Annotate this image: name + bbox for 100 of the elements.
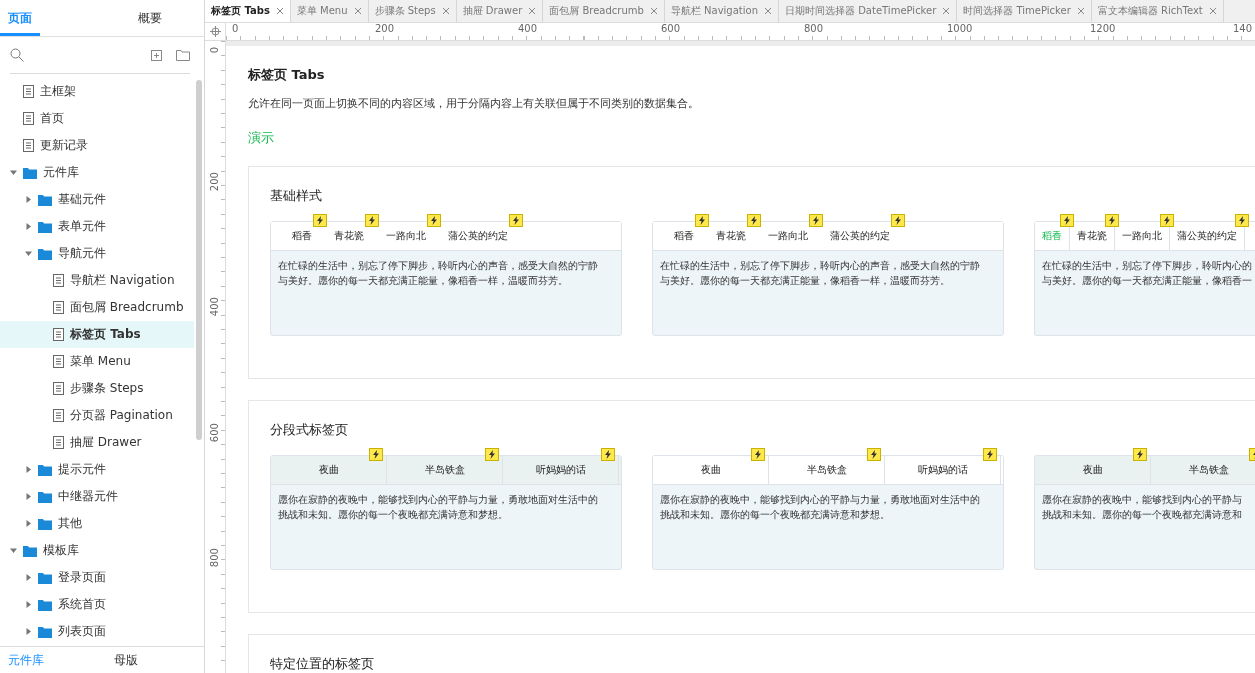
caret-icon[interactable] [25, 628, 32, 635]
tree-item[interactable]: 基础元件 [0, 186, 194, 213]
caret-icon[interactable] [25, 520, 32, 527]
lightning-badge-icon [1235, 214, 1249, 227]
tab-content-text: 在忙碌的生活中，别忘了停下脚步，聆听内心的声音，感受大自然的宁静 [660, 259, 981, 272]
page-icon [23, 85, 34, 98]
sidebar-tab[interactable]: 母版 [114, 651, 138, 669]
tree-item[interactable]: 表单元件 [0, 213, 194, 240]
close-icon[interactable] [649, 7, 658, 15]
page-icon [53, 409, 64, 422]
add-page-icon[interactable] [151, 49, 162, 61]
close-icon[interactable] [942, 7, 951, 15]
caret-icon[interactable] [25, 601, 32, 608]
tree-item[interactable]: 分页器 Pagination [0, 402, 194, 429]
lightning-badge-icon [1133, 448, 1147, 461]
folder-outline-icon[interactable] [176, 49, 190, 61]
folder-icon [38, 625, 52, 638]
page-icon [53, 274, 64, 287]
caret-icon[interactable] [25, 223, 32, 230]
tree-item[interactable]: 主框架 [0, 78, 194, 105]
ruler-label: 600 [661, 23, 682, 36]
tree-item[interactable]: 更新记录 [0, 132, 194, 159]
close-icon[interactable] [353, 7, 362, 15]
tab[interactable]: 蒲公英的约定 [437, 222, 519, 250]
page-icon [53, 301, 64, 314]
tree-item[interactable]: 面包屑 Breadcrumb [0, 294, 194, 321]
lightning-badge-icon [747, 214, 761, 227]
lightning-badge-icon [509, 214, 523, 227]
lightning-badge-icon [751, 448, 765, 461]
caret-icon[interactable] [10, 169, 17, 176]
page-icon [53, 382, 64, 395]
tab[interactable]: 青花瓷 [323, 222, 375, 250]
crosshair-icon[interactable] [209, 26, 221, 37]
tab-content-text: 挑战和未知。愿你的每一个夜晚都充满诗意和梦想。 [660, 508, 891, 521]
tab[interactable]: 一路向北 [757, 222, 819, 250]
tree-item[interactable]: 导航栏 Navigation [0, 267, 194, 294]
page-icon [23, 112, 34, 125]
tree-item[interactable]: 菜单 Menu [0, 348, 194, 375]
ruler-label: 200 [375, 23, 396, 36]
caret-icon[interactable] [25, 196, 32, 203]
lightning-badge-icon [313, 214, 327, 227]
tree-item[interactable]: 列表页面 [0, 618, 194, 645]
tree-item[interactable]: 中继器元件 [0, 483, 194, 510]
tab[interactable]: 稻香 [281, 222, 323, 250]
folder-icon [38, 220, 52, 233]
ruler-label: 800 [804, 23, 825, 36]
tree-item[interactable]: 导航元件 [0, 240, 194, 267]
lightning-badge-icon [1060, 214, 1074, 227]
lightning-badge-icon [601, 448, 615, 461]
tab[interactable]: 稻香 [663, 222, 705, 250]
tree-item[interactable]: 提示元件 [0, 456, 194, 483]
caret-icon[interactable] [10, 547, 17, 554]
ruler-label: 0 [208, 47, 221, 56]
ruler-label: 400 [208, 297, 221, 319]
ruler-label: 800 [208, 547, 221, 569]
close-icon[interactable] [441, 7, 450, 15]
caret-icon[interactable] [25, 493, 32, 500]
lightning-badge-icon [809, 214, 823, 227]
caret-icon[interactable] [25, 466, 32, 473]
sidebar-tab[interactable]: 概要 [130, 10, 170, 36]
tree-item[interactable]: 首页 [0, 105, 194, 132]
tab[interactable]: 青花瓷 [705, 222, 757, 250]
close-icon[interactable] [528, 7, 537, 15]
close-icon[interactable] [275, 7, 284, 15]
tree-item[interactable]: 元件库 [0, 159, 194, 186]
page-description: 允许在同一页面上切换不同的内容区域，用于分隔内容上有关联但属于不同类别的数据集合。 [248, 96, 700, 111]
lightning-badge-icon [695, 214, 709, 227]
tree-item[interactable]: 标签页 Tabs [0, 321, 194, 348]
tab[interactable]: 一路向北 [375, 222, 437, 250]
tree-item[interactable]: 模板库 [0, 537, 194, 564]
folder-icon [38, 463, 52, 476]
caret-icon[interactable] [25, 574, 32, 581]
folder-icon [38, 490, 52, 503]
lightning-badge-icon [427, 214, 441, 227]
tree-item[interactable]: 其他 [0, 510, 194, 537]
tree-item[interactable]: 登录页面 [0, 564, 194, 591]
lightning-badge-icon [1160, 214, 1174, 227]
page-title: 标签页 Tabs [248, 66, 326, 84]
tab-content-text: 在忙碌的生活中，别忘了停下脚步，聆听内心的 [1042, 259, 1253, 272]
page-icon [53, 355, 64, 368]
close-icon[interactable] [1208, 7, 1217, 15]
search-icon[interactable] [10, 48, 24, 62]
folder-icon [38, 247, 52, 260]
tab-content-text: 与美好。愿你的每一天都充满正能量，像稻香一 [1042, 274, 1253, 287]
tab-content-text: 愿你在寂静的夜晚中，能够找到内心的平静与 [1042, 493, 1243, 506]
lightning-badge-icon [485, 448, 499, 461]
folder-icon [23, 544, 37, 557]
scrollbar[interactable] [196, 80, 202, 440]
folder-icon [38, 517, 52, 530]
tree-item[interactable]: 系统首页 [0, 591, 194, 618]
close-icon[interactable] [1076, 7, 1085, 15]
close-icon[interactable] [764, 7, 772, 15]
caret-icon[interactable] [25, 250, 32, 257]
tree-item[interactable]: 步骤条 Steps [0, 375, 194, 402]
tab[interactable]: 蒲公英的约定 [819, 222, 901, 250]
tree-item[interactable]: 抽屉 Drawer [0, 429, 194, 456]
section-title: 基础样式 [270, 187, 323, 205]
lightning-badge-icon [867, 448, 881, 461]
tab-content-text: 愿你在寂静的夜晚中，能够找到内心的平静与力量，勇敢地面对生活中的 [660, 493, 981, 506]
document-tab[interactable]: 标签页 Tabs [205, 0, 291, 22]
